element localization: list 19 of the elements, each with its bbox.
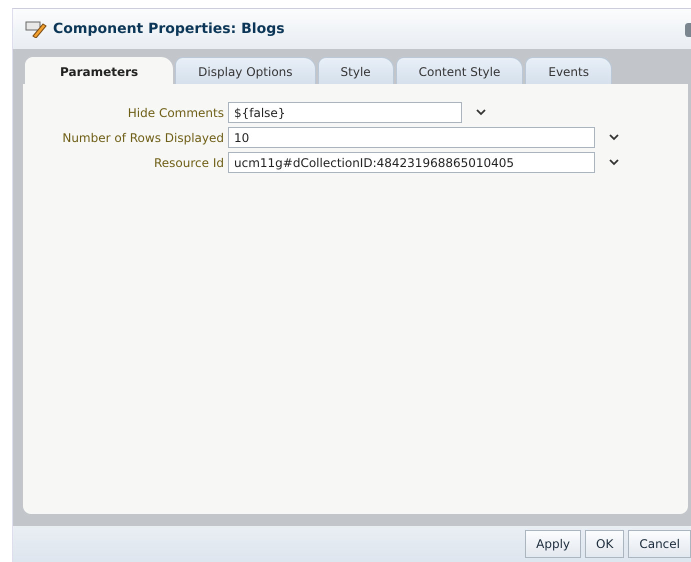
input-field[interactable]: ${false} bbox=[228, 102, 462, 123]
pencil-icon bbox=[25, 20, 47, 38]
dialog-button[interactable]: Apply bbox=[525, 530, 582, 558]
tab[interactable]: Display Options bbox=[175, 57, 316, 84]
dropdown-icon[interactable] bbox=[609, 159, 619, 166]
input-field[interactable]: 10 bbox=[228, 127, 595, 148]
dialog-button[interactable]: Cancel bbox=[628, 530, 691, 558]
field-label: Hide Comments bbox=[126, 104, 225, 122]
tab[interactable]: Parameters bbox=[25, 57, 174, 84]
dropdown-icon[interactable] bbox=[609, 134, 619, 141]
tab[interactable]: Content Style bbox=[396, 57, 524, 84]
field-label: Number of Rows Displayed bbox=[61, 130, 225, 146]
tab[interactable]: Events bbox=[525, 57, 612, 84]
input-field[interactable]: ucm11g#dCollectionID:484231968865010405 bbox=[228, 152, 595, 173]
dialog-button[interactable]: OK bbox=[585, 530, 624, 558]
tab[interactable]: Style bbox=[318, 57, 394, 84]
field-label: Resource Id bbox=[152, 154, 225, 172]
dropdown-icon[interactable] bbox=[476, 109, 486, 116]
dialog-title: Component Properties: Blogs bbox=[53, 20, 285, 38]
